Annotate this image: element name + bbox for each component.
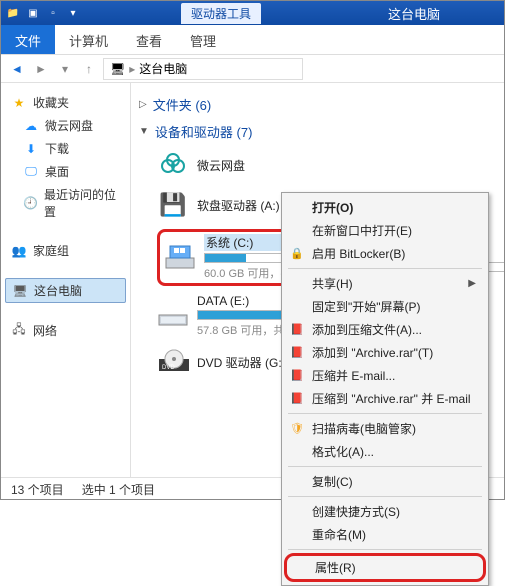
star-icon: ★ <box>11 95 27 111</box>
window-title: 这台电脑 <box>388 4 440 23</box>
ctx-compress-email[interactable]: 📕压缩并 E-mail... <box>284 364 486 387</box>
recent-icon: 🕘 <box>23 195 38 211</box>
quick-access-toolbar: 📁 ▣ ▫ ▾ <box>5 5 81 21</box>
ctx-separator <box>288 466 482 467</box>
drive-label: DVD 驱动器 (G:) <box>197 354 286 371</box>
ctx-bitlocker[interactable]: 🔒启用 BitLocker(B) <box>284 242 486 265</box>
ctx-open-new-window[interactable]: 在新窗口中打开(E) <box>284 219 486 242</box>
ctx-separator <box>288 268 482 269</box>
section-label: 设备和驱动器 (7) <box>155 122 253 141</box>
network-icon: 🖧 <box>11 323 27 339</box>
drive-weiyun[interactable]: 微云网盘 <box>157 149 357 181</box>
drive-floppy-a[interactable]: 💾 软盘驱动器 (A:) <box>157 189 297 221</box>
ctx-format[interactable]: 格式化(A)... <box>284 440 486 463</box>
sidebar-item-desktop[interactable]: 🖵 桌面 <box>5 160 126 183</box>
pc-icon: 🖥 <box>110 62 125 76</box>
nav-history-dropdown[interactable]: ▾ <box>55 59 75 79</box>
ctx-separator <box>288 413 482 414</box>
breadcrumb[interactable]: 🖥 ▸ 这台电脑 <box>103 58 303 80</box>
ctx-scan-virus[interactable]: 🛡扫描病毒(电脑管家) <box>284 417 486 440</box>
properties-icon[interactable]: ▣ <box>25 5 41 21</box>
ctx-properties[interactable]: 属性(R) <box>284 553 486 582</box>
ctx-rename[interactable]: 重命名(M) <box>284 523 486 546</box>
file-tab[interactable]: 文件 <box>1 25 55 54</box>
sidebar-item-weiyun[interactable]: ☁ 微云网盘 <box>5 114 126 137</box>
rar-icon: 📕 <box>289 322 305 338</box>
sidebar-network[interactable]: 🖧 网络 <box>5 319 126 342</box>
ribbon-tab-view[interactable]: 查看 <box>122 25 176 54</box>
sidebar-item-recent[interactable]: 🕘 最近访问的位置 <box>5 183 126 223</box>
folders-section-header[interactable]: ▷ 文件夹 (6) <box>139 91 496 118</box>
address-bar: ◄ ► ▾ ↑ 🖥 ▸ 这台电脑 <box>1 55 504 83</box>
rar-icon: 📕 <box>289 345 305 361</box>
sidebar-this-pc[interactable]: 🖥 这台电脑 <box>5 278 126 303</box>
cloud-icon: ☁ <box>23 118 39 134</box>
caret-right-icon: ▷ <box>139 99 147 110</box>
drive-label: 软盘驱动器 (A:) <box>197 197 280 214</box>
sidebar-homegroup[interactable]: 👥 家庭组 <box>5 239 126 262</box>
devices-section-header[interactable]: ▼ 设备和驱动器 (7) <box>139 118 496 145</box>
ctx-open[interactable]: 打开(O) <box>284 196 486 219</box>
sidebar-item-label: 收藏夹 <box>33 94 69 111</box>
drive-label: 微云网盘 <box>197 157 245 174</box>
ctx-separator <box>288 496 482 497</box>
drive-tools-contextual-tab[interactable]: 驱动器工具 <box>181 3 261 24</box>
ctx-pin-start[interactable]: 固定到"开始"屏幕(P) <box>284 295 486 318</box>
rar-icon: 📕 <box>289 368 305 384</box>
svg-text:DVD: DVD <box>162 365 175 371</box>
sidebar-favorites[interactable]: ★ 收藏夹 <box>5 91 126 114</box>
chevron-right-icon: ▶ <box>468 278 476 289</box>
desktop-icon: 🖵 <box>23 164 39 180</box>
status-items-count: 13 个项目 <box>11 481 64 498</box>
sidebar-item-label: 这台电脑 <box>34 282 82 299</box>
sidebar-item-label: 桌面 <box>45 163 69 180</box>
bitlocker-icon: 🔒 <box>289 246 305 262</box>
download-icon: ⬇ <box>23 141 39 157</box>
caret-down-icon: ▼ <box>139 126 149 137</box>
nav-forward-button[interactable]: ► <box>31 59 51 79</box>
ctx-create-shortcut[interactable]: 创建快捷方式(S) <box>284 500 486 523</box>
title-bar: 📁 ▣ ▫ ▾ 驱动器工具 这台电脑 <box>1 1 504 25</box>
sidebar-item-label: 最近访问的位置 <box>44 186 120 220</box>
homegroup-icon: 👥 <box>11 243 27 259</box>
folder-icon: 📁 <box>5 5 21 21</box>
ribbon: 文件 计算机 查看 管理 <box>1 25 504 55</box>
sidebar-item-downloads[interactable]: ⬇ 下载 <box>5 137 126 160</box>
sidebar-item-label: 网络 <box>33 322 57 339</box>
ribbon-tab-computer[interactable]: 计算机 <box>55 25 122 54</box>
sidebar-item-label: 微云网盘 <box>45 117 93 134</box>
navigation-pane: ★ 收藏夹 ☁ 微云网盘 ⬇ 下载 🖵 桌面 🕘 最近访问的位置 👥 <box>1 83 131 477</box>
section-label: 文件夹 (6) <box>153 95 212 114</box>
shield-icon: 🛡 <box>289 421 305 437</box>
ctx-separator <box>288 549 482 550</box>
pc-icon: 🖥 <box>12 283 28 299</box>
floppy-icon: 💾 <box>157 189 189 221</box>
ctx-share[interactable]: 共享(H)▶ <box>284 272 486 295</box>
context-menu: 打开(O) 在新窗口中打开(E) 🔒启用 BitLocker(B) 共享(H)▶… <box>281 192 489 586</box>
new-folder-icon[interactable]: ▫ <box>45 5 61 21</box>
ctx-add-archive-rar[interactable]: 📕添加到 "Archive.rar"(T) <box>284 341 486 364</box>
breadcrumb-text[interactable]: 这台电脑 <box>139 60 187 77</box>
nav-up-button[interactable]: ↑ <box>79 59 99 79</box>
qat-dropdown-icon[interactable]: ▾ <box>65 5 81 21</box>
ctx-compress-rar-email[interactable]: 📕压缩到 "Archive.rar" 并 E-mail <box>284 387 486 410</box>
drive-icon <box>157 300 189 332</box>
drive-icon <box>164 242 196 274</box>
ribbon-tab-manage[interactable]: 管理 <box>176 25 230 54</box>
weiyun-icon <box>157 149 189 181</box>
dvd-icon: DVD <box>157 346 189 378</box>
ctx-add-archive[interactable]: 📕添加到压缩文件(A)... <box>284 318 486 341</box>
sidebar-item-label: 家庭组 <box>33 242 69 259</box>
status-selected-count: 选中 1 个项目 <box>82 481 155 498</box>
ctx-copy[interactable]: 复制(C) <box>284 470 486 493</box>
nav-back-button[interactable]: ◄ <box>7 59 27 79</box>
rar-icon: 📕 <box>289 391 305 407</box>
sidebar-item-label: 下载 <box>45 140 69 157</box>
breadcrumb-separator-icon: ▸ <box>129 62 135 76</box>
